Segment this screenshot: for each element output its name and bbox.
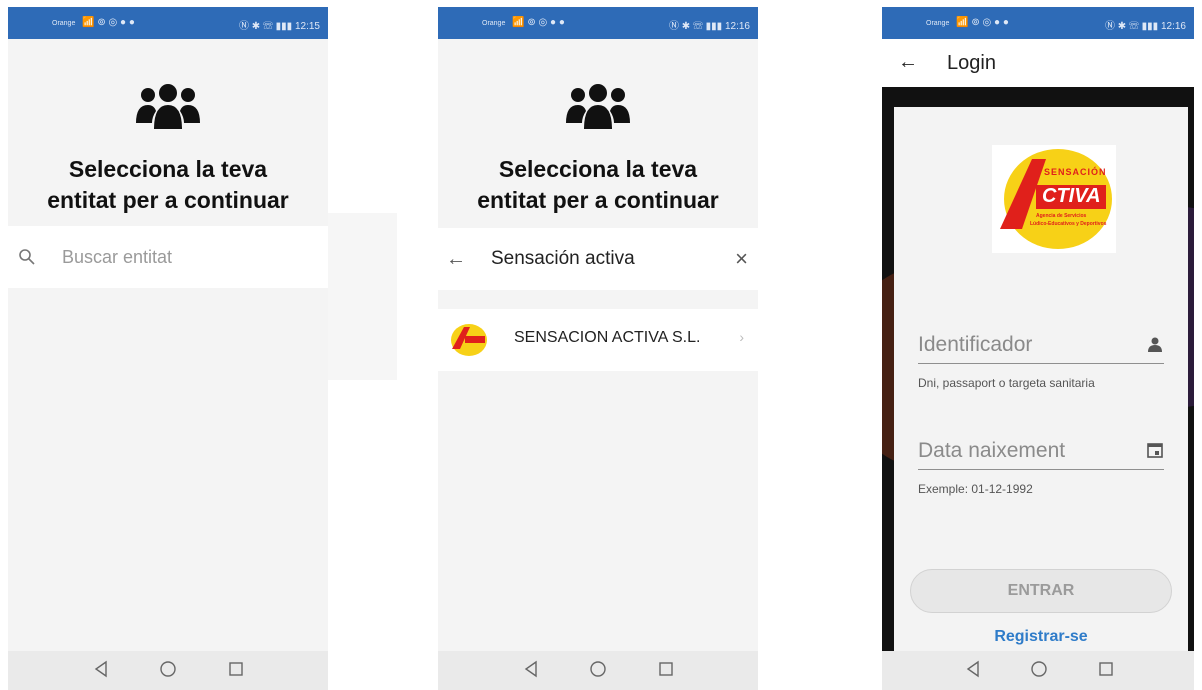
status-left: Orange 📶 ⊚ ◎ ● ● — [52, 17, 135, 28]
search-bar[interactable]: Buscar entitat — [8, 226, 328, 288]
home-nav-icon[interactable] — [156, 657, 180, 681]
identificador-label: Identificador — [918, 333, 1033, 356]
status-left: Orange 📶 ⊚ ◎ ● ● — [482, 17, 565, 28]
search-input[interactable]: Buscar entitat — [62, 247, 172, 268]
carrier-label: Orange — [926, 20, 950, 27]
person-icon — [1148, 337, 1162, 352]
screen-select-entity: Orange 📶 ⊚ ◎ ● ● Ⓝ ✱ ☏ ▮▮▮ 12:15 Selecci… — [8, 7, 328, 690]
status-bar: Orange 📶 ⊚ ◎ ● ● Ⓝ ✱ ☏ ▮▮▮ 12:16 — [438, 7, 758, 39]
status-bar: Orange 📶 ⊚ ◎ ● ● Ⓝ ✱ ☏ ▮▮▮ 12:16 — [882, 7, 1194, 39]
screen-search-results: Orange 📶 ⊚ ◎ ● ● Ⓝ ✱ ☏ ▮▮▮ 12:16 Selecci… — [438, 7, 758, 690]
enter-button[interactable]: ENTRAR — [910, 569, 1172, 613]
headline-line-1: Selecciona la teva — [68, 156, 268, 182]
system-nav-bar — [882, 651, 1194, 690]
headline-line-2: entitat per a continuar — [47, 187, 289, 213]
identificador-field[interactable]: Identificador Dni, passaport o targeta s… — [918, 333, 1164, 390]
search-input[interactable]: Sensación activa — [491, 248, 635, 270]
status-icons-left: 📶 ⊚ ◎ ● ● — [956, 17, 1009, 28]
system-nav-bar — [438, 651, 758, 690]
recents-nav-icon[interactable] — [1094, 657, 1118, 681]
clock: 12:15 — [294, 21, 320, 32]
app-bar-title: Login — [947, 52, 996, 74]
status-icons-right: Ⓝ ✱ ☏ ▮▮▮ — [668, 21, 723, 32]
login-card: SENSACIÓN CTIVA Agencia de Servicios Lúd… — [894, 107, 1188, 651]
group-users-icon — [136, 84, 200, 129]
back-nav-icon[interactable] — [962, 657, 986, 681]
search-bar[interactable]: ← Sensación activa × — [438, 228, 758, 290]
brand-tagline-1: Agencia de Servicios — [1036, 213, 1087, 219]
back-nav-icon[interactable] — [90, 657, 114, 681]
headline-line-2: entitat per a continuar — [477, 187, 719, 213]
sensacion-activa-logo-icon — [451, 324, 487, 356]
list-item[interactable]: SENSACION ACTIVA S.L. › — [438, 309, 758, 371]
status-icons-right: Ⓝ ✱ ☏ ▮▮▮ — [238, 21, 293, 32]
carrier-label: Orange — [482, 20, 506, 27]
brand-tagline-2: Lúdico-Educativos y Deportivos — [1030, 221, 1107, 227]
close-icon[interactable]: × — [735, 246, 748, 272]
recents-nav-icon[interactable] — [654, 657, 678, 681]
status-bar: Orange 📶 ⊚ ◎ ● ● Ⓝ ✱ ☏ ▮▮▮ 12:15 — [8, 7, 328, 39]
status-right: Ⓝ ✱ ☏ ▮▮▮ 12:15 — [239, 17, 320, 32]
brand-big-text: CTIVA — [1042, 185, 1101, 207]
group-users-icon — [566, 84, 630, 129]
carrier-label: Orange — [52, 20, 76, 27]
birthdate-hint: Exemple: 01-12-1992 — [918, 482, 1033, 496]
arrow-left-icon[interactable]: ← — [446, 248, 466, 271]
clock: 12:16 — [724, 21, 750, 32]
identificador-hint: Dni, passaport o targeta sanitaria — [918, 376, 1095, 390]
brand-small-text: SENSACIÓN — [1044, 167, 1107, 177]
recents-nav-icon[interactable] — [224, 657, 248, 681]
home-nav-icon[interactable] — [586, 657, 610, 681]
app-bar: ← Login — [882, 39, 1194, 87]
birthdate-field[interactable]: Data naixement Exemple: 01-12-1992 — [918, 439, 1164, 496]
calendar-icon — [1147, 443, 1163, 458]
status-right: Ⓝ ✱ ☏ ▮▮▮ 12:16 — [669, 17, 750, 32]
headline-line-1: Selecciona la teva — [498, 156, 698, 182]
status-icons-right: Ⓝ ✱ ☏ ▮▮▮ — [1104, 21, 1159, 32]
chevron-right-icon: › — [739, 329, 744, 345]
background-panel — [328, 213, 397, 380]
input-underline — [918, 469, 1164, 470]
status-right: Ⓝ ✱ ☏ ▮▮▮ 12:16 — [1105, 17, 1186, 32]
status-left: Orange 📶 ⊚ ◎ ● ● — [926, 17, 1009, 28]
search-icon — [19, 249, 35, 265]
page-title: Selecciona la teva entitat per a continu… — [8, 154, 328, 216]
register-link[interactable]: Registrar-se — [894, 628, 1188, 646]
back-nav-icon[interactable] — [520, 657, 544, 681]
system-nav-bar — [8, 651, 328, 690]
clock: 12:16 — [1160, 21, 1186, 32]
page-title: Selecciona la teva entitat per a continu… — [438, 154, 758, 216]
arrow-left-icon[interactable]: ← — [898, 51, 918, 74]
home-nav-icon[interactable] — [1027, 657, 1051, 681]
status-icons-left: 📶 ⊚ ◎ ● ● — [82, 17, 135, 28]
entity-name: SENSACION ACTIVA S.L. — [514, 329, 701, 346]
input-underline — [918, 363, 1164, 364]
status-icons-left: 📶 ⊚ ◎ ● ● — [512, 17, 565, 28]
birthdate-label: Data naixement — [918, 439, 1066, 462]
screen-login: Orange 📶 ⊚ ◎ ● ● Ⓝ ✱ ☏ ▮▮▮ 12:16 ← Login… — [882, 7, 1194, 690]
brand-logo: SENSACIÓN CTIVA Agencia de Servicios Lúd… — [992, 145, 1116, 253]
